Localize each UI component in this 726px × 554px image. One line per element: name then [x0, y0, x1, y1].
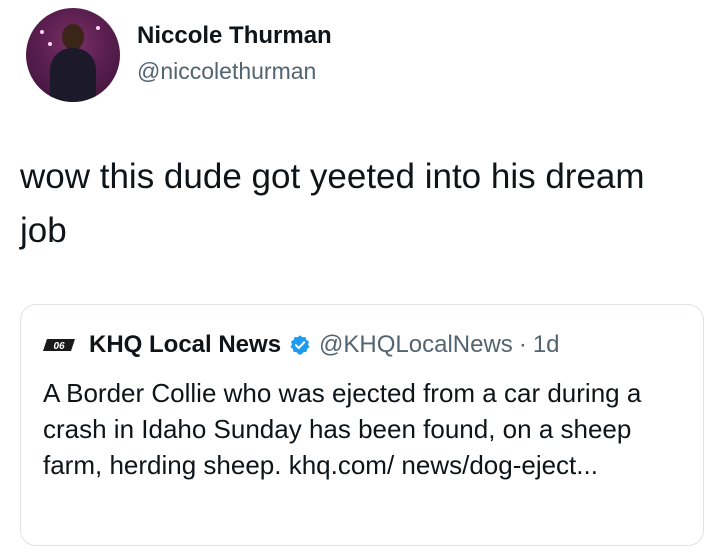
avatar-head [62, 24, 84, 50]
author-name[interactable]: Niccole Thurman [137, 22, 332, 50]
avatar[interactable] [26, 8, 120, 102]
quoted-author-handle[interactable]: @KHQLocalNews [319, 331, 513, 359]
author-handle[interactable]: @niccolethurman [137, 58, 316, 85]
quoted-tweet-text: A Border Collie who was ejected from a c… [43, 378, 642, 480]
avatar-body [50, 48, 96, 102]
verified-badge-icon [289, 334, 311, 356]
avatar-sparkle [96, 26, 100, 30]
khq-logo-text: 06 [53, 341, 65, 352]
khq-logo-icon: 06 [43, 335, 77, 355]
quoted-tweet-card[interactable]: 06 KHQ Local News @KHQLocalNews · 1d A B… [20, 304, 704, 546]
tweet-text: wow this dude got yeeted into his dream … [20, 157, 645, 250]
quoted-tweet-header: 06 KHQ Local News @KHQLocalNews · 1d [43, 331, 560, 359]
separator-dot: · [518, 331, 527, 358]
avatar-sparkle [48, 42, 52, 46]
quoted-author-name[interactable]: KHQ Local News [89, 331, 281, 359]
quoted-tweet-time[interactable]: 1d [533, 331, 560, 359]
avatar-sparkle [40, 30, 44, 34]
